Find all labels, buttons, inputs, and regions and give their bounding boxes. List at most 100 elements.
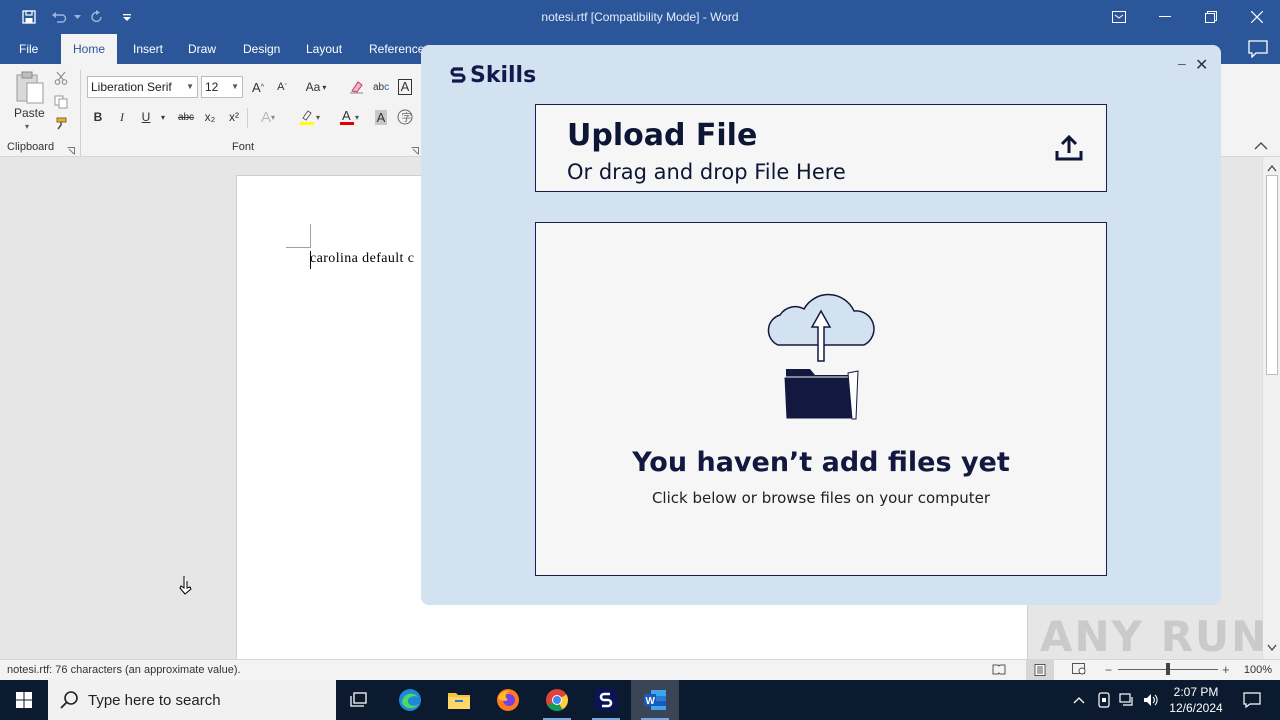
tab-insert[interactable]: Insert	[123, 34, 173, 64]
search-placeholder: Type here to search	[88, 692, 221, 709]
text-effects-abc-icon[interactable]: ab c	[371, 77, 391, 97]
font-size-value: 12	[205, 80, 219, 94]
margin-mark	[286, 247, 310, 248]
clock-time: 2:07 PM	[1173, 685, 1219, 699]
zoom-level[interactable]: 100%	[1244, 664, 1272, 676]
font-launcher-icon[interactable]	[411, 144, 419, 155]
network-icon[interactable]	[1116, 680, 1138, 720]
strikethrough-button[interactable]: abc	[174, 107, 198, 127]
paste-dropdown-icon[interactable]: ▾	[25, 122, 29, 131]
title-bar: notesi.rtf [Compatibility Mode] - Word	[0, 0, 1280, 34]
empty-state-subtitle: Click below or browse files on your comp…	[651, 489, 991, 507]
upload-subtitle: Or drag and drop File Here	[567, 160, 846, 184]
clipboard-launcher-icon[interactable]	[67, 144, 75, 155]
collapse-ribbon-icon[interactable]	[1254, 140, 1268, 152]
tab-draw[interactable]: Draw	[178, 34, 226, 64]
tab-home[interactable]: Home	[61, 34, 117, 64]
superscript-button[interactable]: x²	[224, 107, 244, 127]
taskbar-search[interactable]: Type here to search	[48, 680, 336, 720]
group-separator	[247, 108, 248, 128]
status-text: notesi.rtf: 76 characters (an approximat…	[7, 664, 241, 676]
font-name-box[interactable]: Liberation Serif ▼	[87, 76, 198, 98]
format-painter-icon[interactable]	[52, 114, 70, 134]
comments-icon[interactable]	[1248, 40, 1268, 59]
paste-label[interactable]: Paste	[14, 106, 45, 120]
windows-icon	[16, 692, 32, 708]
font-color-icon[interactable]: A ▾	[332, 107, 366, 127]
zoom-in-icon[interactable]: +	[1222, 662, 1230, 677]
scrollbar-thumb[interactable]	[1266, 175, 1278, 375]
font-group-label: Font	[232, 141, 255, 153]
edge-icon[interactable]	[386, 680, 434, 720]
grow-font-icon[interactable]: A ^	[249, 77, 267, 97]
zoom-out-icon[interactable]: −	[1105, 663, 1112, 677]
svg-text:字: 字	[402, 111, 412, 124]
font-name-value: Liberation Serif	[91, 80, 172, 94]
task-view-icon[interactable]	[336, 680, 384, 720]
mouse-cursor	[179, 575, 193, 595]
vertical-scrollbar[interactable]	[1262, 157, 1280, 659]
paste-icon[interactable]	[14, 70, 46, 106]
minimize-icon[interactable]	[1142, 0, 1188, 34]
tab-design[interactable]: Design	[233, 34, 290, 64]
text-effects-icon[interactable]: A ▾	[254, 107, 282, 127]
font-name-dropdown-icon[interactable]: ▼	[186, 77, 194, 97]
upload-icon	[1054, 133, 1084, 163]
taskbar: Type here to search W 2:07 PM 12/6/2024	[0, 680, 1280, 720]
underline-dropdown-icon[interactable]: ▾	[158, 107, 168, 127]
device-icon[interactable]	[1093, 680, 1115, 720]
chrome-icon[interactable]	[533, 680, 581, 720]
enclose-characters-icon[interactable]: 字	[395, 107, 415, 127]
firefox-icon[interactable]	[484, 680, 532, 720]
change-case-button[interactable]: Aa ▾	[300, 77, 332, 97]
upload-title: Upload File	[567, 118, 758, 153]
shrink-font-icon[interactable]: Aˇ	[273, 77, 291, 97]
start-button[interactable]	[0, 680, 48, 720]
italic-button[interactable]: I	[112, 107, 132, 127]
subscript-button[interactable]: x₂	[200, 107, 220, 127]
dialog-minimize-button[interactable]: –	[1178, 55, 1192, 71]
scroll-down-icon[interactable]	[1267, 641, 1277, 655]
dialog-close-button[interactable]: ✕	[1195, 55, 1211, 74]
skills-app-icon[interactable]	[582, 680, 630, 720]
character-border-icon[interactable]: A	[395, 77, 415, 97]
file-drop-zone[interactable]: You haven’t add files yet Click below or…	[535, 222, 1107, 576]
system-clock[interactable]: 2:07 PM 12/6/2024	[1164, 684, 1228, 716]
word-icon[interactable]: W	[631, 680, 679, 720]
font-size-dropdown-icon[interactable]: ▼	[231, 77, 239, 97]
change-case-label: Aa	[305, 80, 321, 94]
document-title: notesi.rtf [Compatibility Mode] - Word	[541, 10, 739, 24]
highlight-color-icon[interactable]: ▾	[292, 107, 326, 127]
svg-text:W: W	[646, 696, 656, 707]
zoom-slider-thumb[interactable]	[1166, 663, 1170, 675]
character-shading-icon[interactable]: A	[371, 107, 391, 127]
read-mode-icon[interactable]	[992, 663, 1006, 678]
clear-formatting-icon[interactable]	[347, 77, 367, 97]
document-text[interactable]: carolina default c	[310, 251, 414, 267]
upload-file-button[interactable]: Upload File Or drag and drop File Here	[535, 104, 1107, 192]
group-separator	[80, 70, 81, 156]
copy-icon[interactable]	[52, 92, 70, 112]
web-layout-icon[interactable]	[1072, 663, 1086, 678]
tab-file[interactable]: File	[9, 34, 48, 64]
file-explorer-icon[interactable]	[435, 680, 483, 720]
bold-button[interactable]: B	[88, 107, 108, 127]
skills-upload-dialog: Skills – ✕ Upload File Or drag and drop …	[421, 45, 1221, 605]
volume-icon[interactable]	[1140, 680, 1162, 720]
scroll-up-icon[interactable]	[1267, 161, 1277, 175]
clock-date: 12/6/2024	[1169, 701, 1223, 715]
skills-logo-text: Skills	[470, 63, 537, 88]
watermark: ANY RUN	[1040, 612, 1269, 661]
notification-center-icon[interactable]	[1232, 680, 1272, 720]
tab-layout[interactable]: Layout	[296, 34, 352, 64]
empty-state-title: You haven’t add files yet	[632, 447, 1010, 478]
close-icon[interactable]	[1234, 0, 1280, 34]
cut-icon[interactable]	[52, 68, 70, 88]
ribbon-display-options-icon[interactable]	[1096, 0, 1142, 34]
print-layout-icon[interactable]	[1026, 660, 1054, 680]
underline-button[interactable]: U	[136, 107, 156, 127]
text-caret	[310, 251, 311, 269]
font-size-box[interactable]: 12 ▼	[201, 76, 243, 98]
show-hidden-icons[interactable]	[1068, 680, 1090, 720]
restore-icon[interactable]	[1188, 0, 1234, 34]
